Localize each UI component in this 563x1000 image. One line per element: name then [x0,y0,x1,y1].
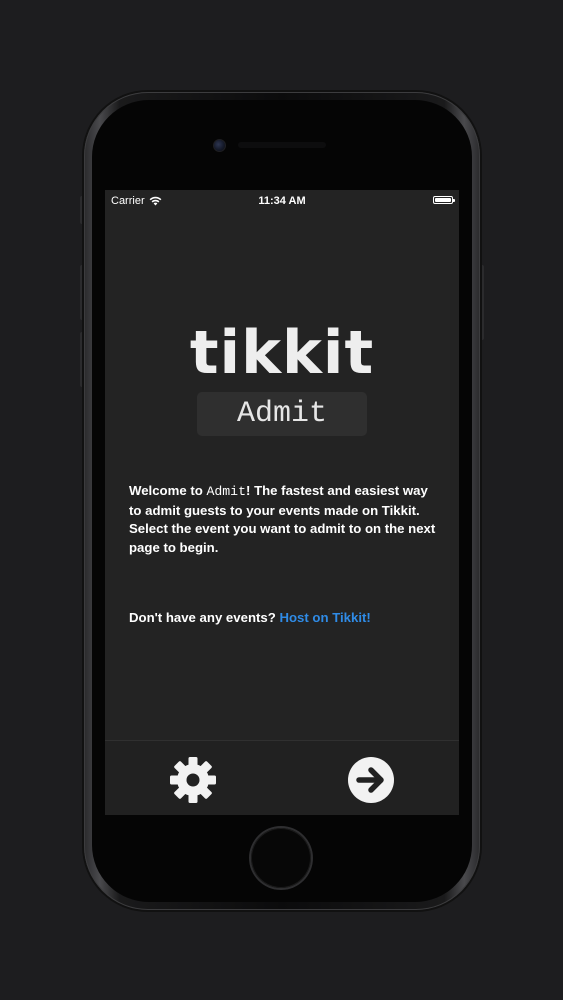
earpiece-speaker [238,142,326,148]
welcome-text: Welcome to Admit! The fastest and easies… [129,482,439,557]
host-on-tikkit-link[interactable]: Host on Tikkit! [279,610,370,625]
gear-icon[interactable] [168,755,218,805]
no-events-text: Don't have any events? [129,610,280,625]
app-screen: Carrier 11:34 AM tikkit Admit Welcome to… [105,190,459,815]
front-camera [213,139,226,152]
home-button [251,828,311,888]
admit-badge: Admit [197,392,367,436]
arrow-right-circle-icon[interactable] [346,755,396,805]
battery-icon [433,196,455,204]
clock: 11:34 AM [258,195,306,207]
bottom-toolbar [105,740,459,815]
battery-level [435,198,451,202]
power-button [480,265,484,340]
stage: Carrier 11:34 AM tikkit Admit Welcome to… [0,0,563,1000]
welcome-app-name: Admit [206,484,247,499]
status-bar: Carrier 11:34 AM [105,190,459,212]
welcome-text-part1: Welcome to [129,483,207,498]
tikkit-logo: tikkit [189,318,375,388]
no-events-prompt: Don't have any events? Host on Tikkit! [129,610,371,625]
